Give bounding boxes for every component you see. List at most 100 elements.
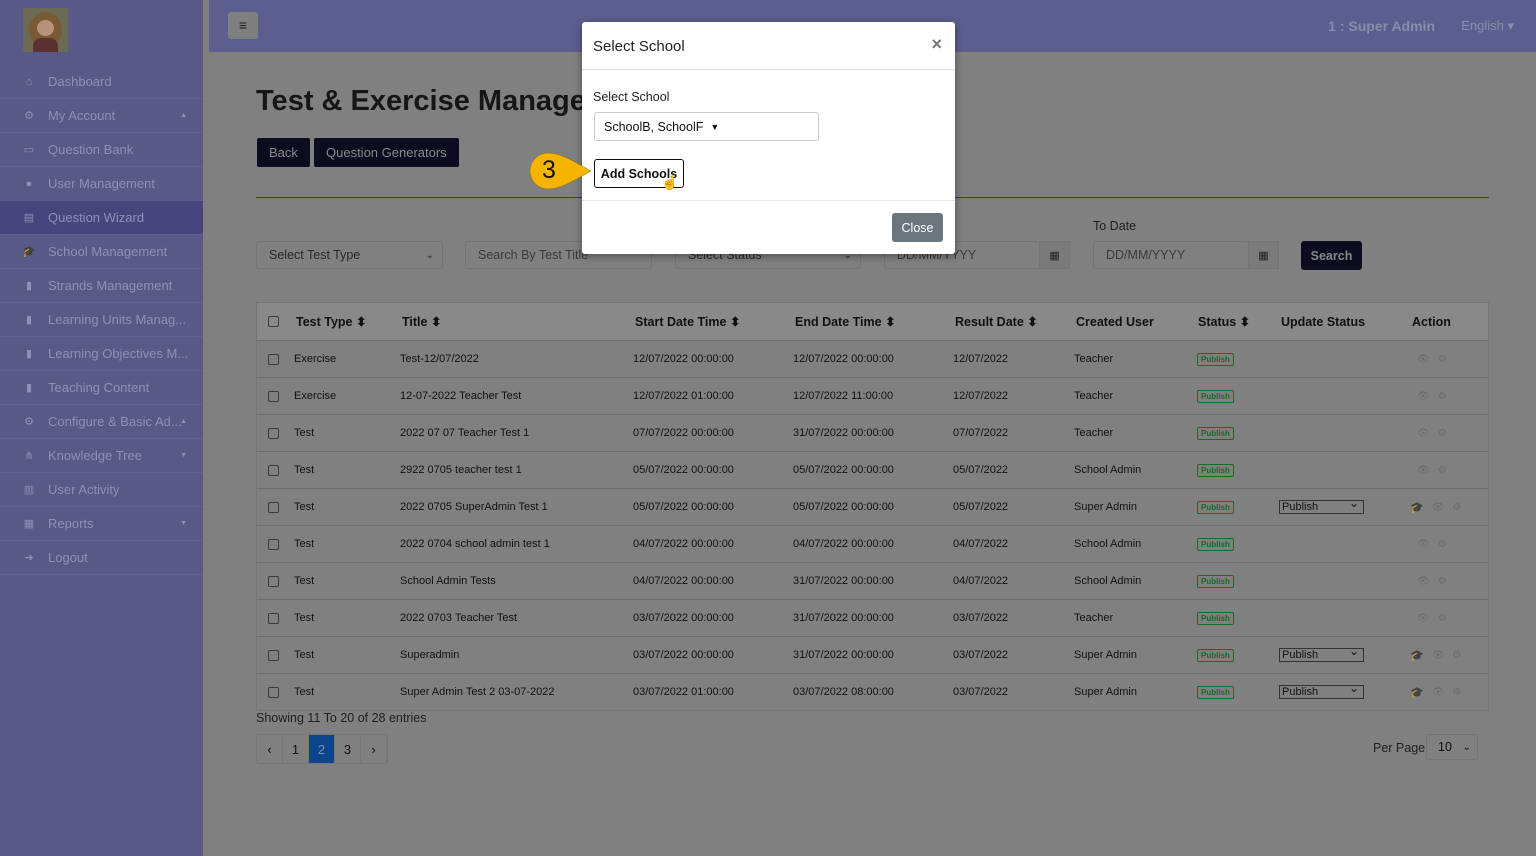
column-header[interactable]: Test Type ⬍ — [296, 303, 366, 340]
eye-icon[interactable]: 👁 — [1432, 502, 1445, 513]
update-status-select[interactable]: Publish — [1279, 645, 1364, 662]
cell-user: Super Admin — [1074, 686, 1137, 698]
sidebar-item-teaching-content[interactable]: ▮ Teaching Content — [0, 371, 203, 405]
table-row: Test 2022 0704 school admin test 1 04/07/2… — [257, 525, 1488, 562]
row-checkbox[interactable] — [268, 353, 279, 365]
column-header[interactable]: Start Date Time ⬍ — [635, 303, 740, 340]
school-multiselect[interactable]: SchoolB, SchoolF ▼ — [594, 112, 819, 141]
row-checkbox[interactable] — [268, 390, 279, 402]
avatar[interactable] — [23, 8, 68, 52]
row-checkbox[interactable] — [268, 427, 279, 439]
graduation-cap-icon[interactable]: 🎓 — [1410, 649, 1424, 662]
gear-icon[interactable]: ⚙ — [1452, 687, 1461, 698]
row-checkbox[interactable] — [268, 538, 279, 550]
next-page-button[interactable]: › — [361, 735, 387, 763]
row-checkbox[interactable] — [268, 686, 279, 698]
row-checkbox[interactable] — [268, 575, 279, 587]
update-status-select[interactable]: Publish — [1279, 682, 1364, 699]
page-3-button[interactable]: 3 — [335, 735, 361, 763]
current-user[interactable]: 1 : Super Admin — [1328, 18, 1435, 34]
close-icon[interactable]: × — [931, 34, 942, 55]
sidebar-item-label: Teaching Content — [48, 380, 150, 395]
gear-icon[interactable]: ⚙ — [1438, 354, 1447, 365]
gear-icon[interactable]: ⚙ — [1438, 465, 1447, 476]
back-button[interactable]: Back — [257, 138, 310, 167]
column-header[interactable]: Title ⬍ — [402, 303, 441, 340]
cell-start: 05/07/2022 00:00:00 — [633, 501, 734, 513]
eye-icon[interactable]: 👁 — [1432, 687, 1445, 698]
cell-title: 2022 0703 Teacher Test — [400, 612, 518, 624]
caret-icon[interactable]: ▼ — [180, 520, 187, 527]
to-date-input[interactable]: DD/MM/YYYY — [1093, 241, 1249, 269]
caret-icon[interactable]: ▲ — [180, 112, 187, 119]
gear-icon[interactable]: ⚙ — [1438, 539, 1447, 550]
eye-icon[interactable]: 👁 — [1432, 650, 1445, 661]
sidebar-item-learning-units-manag[interactable]: ▮ Learning Units Manag... — [0, 303, 203, 337]
row-checkbox[interactable] — [268, 501, 279, 513]
sidebar-item-learning-objectives-m[interactable]: ▮ Learning Objectives M... — [0, 337, 203, 371]
cell-result: 04/07/2022 — [953, 538, 1009, 550]
prev-page-button[interactable]: ‹ — [257, 735, 283, 763]
calendar-icon[interactable]: ▦ — [1039, 241, 1070, 269]
eye-icon[interactable]: 👁 — [1417, 354, 1430, 365]
cell-title: 12-07-2022 Teacher Test — [400, 390, 522, 402]
sidebar-item-question-bank[interactable]: ▭ Question Bank — [0, 133, 203, 167]
row-checkbox[interactable] — [268, 612, 279, 624]
file-icon: ▮ — [25, 280, 33, 292]
gear-icon[interactable]: ⚙ — [1452, 650, 1461, 661]
eye-icon[interactable]: 👁 — [1417, 391, 1430, 402]
per-page-select[interactable]: 10 ⌄ — [1426, 734, 1478, 760]
sidebar-item-my-account[interactable]: ⚙ My Account ▲ — [0, 99, 203, 133]
sidebar-item-label: Configure & Basic Ad... — [48, 414, 182, 429]
sidebar-item-school-management[interactable]: 🎓 School Management — [0, 235, 203, 269]
eye-icon[interactable]: 👁 — [1417, 576, 1430, 587]
caret-icon[interactable]: ▲ — [180, 418, 187, 425]
update-status-select[interactable]: Publish — [1279, 497, 1364, 514]
eye-icon[interactable]: 👁 — [1417, 428, 1430, 439]
page-2-button[interactable]: 2 — [309, 735, 335, 763]
cell-type: Exercise — [294, 390, 337, 402]
cell-end: 12/07/2022 11:00:00 — [793, 390, 894, 402]
sidebar-item-strands-management[interactable]: ▮ Strands Management — [0, 269, 203, 303]
chevron-down-icon: ⌄ — [1462, 741, 1471, 753]
sidebar-item-logout[interactable]: ➜ Logout — [0, 541, 203, 575]
eye-icon[interactable]: 👁 — [1417, 539, 1430, 550]
gear-icon[interactable]: ⚙ — [1438, 428, 1447, 439]
graduation-cap-icon[interactable]: 🎓 — [1410, 501, 1424, 514]
test-type-select[interactable]: Select Test Type ⌄ — [256, 241, 443, 269]
search-button[interactable]: Search — [1301, 241, 1362, 270]
cell-type: Test — [294, 686, 315, 698]
graduation-cap-icon[interactable]: 🎓 — [1410, 686, 1424, 699]
select-all-checkbox[interactable] — [268, 316, 279, 327]
eye-icon[interactable]: 👁 — [1417, 465, 1430, 476]
close-button[interactable]: Close — [892, 213, 943, 242]
row-checkbox[interactable] — [268, 464, 279, 476]
cell-start: 12/07/2022 00:00:00 — [633, 353, 734, 365]
row-checkbox[interactable] — [268, 649, 279, 661]
sidebar-item-reports[interactable]: ▦ Reports ▼ — [0, 507, 203, 541]
cell-title: 2922 0705 teacher test 1 — [400, 464, 522, 476]
caret-icon[interactable]: ▼ — [180, 452, 187, 459]
calendar-icon[interactable]: ▦ — [1248, 241, 1279, 269]
sidebar-item-question-wizard[interactable]: ▤ Question Wizard — [0, 201, 203, 235]
gear-icon[interactable]: ⚙ — [1438, 613, 1447, 624]
gear-icon[interactable]: ⚙ — [1438, 576, 1447, 587]
cell-type: Test — [294, 649, 315, 661]
sidebar-item-configure-basic-ad[interactable]: ⚙ Configure & Basic Ad... ▲ — [0, 405, 203, 439]
gear-icon[interactable]: ⚙ — [1452, 502, 1461, 513]
column-header[interactable]: Status ⬍ — [1198, 303, 1250, 340]
eye-icon[interactable]: 👁 — [1417, 613, 1430, 624]
sidebar-item-label: Question Bank — [48, 142, 134, 157]
language-dropdown[interactable]: English ▾ — [1461, 18, 1514, 34]
sidebar-item-user-management[interactable]: ● User Management — [0, 167, 203, 201]
sidebar-item-user-activity[interactable]: ▥ User Activity — [0, 473, 203, 507]
sidebar-item-dashboard[interactable]: ⌂ Dashboard — [0, 65, 203, 99]
menu-toggle-button[interactable]: ≡ — [228, 12, 258, 39]
column-header[interactable]: End Date Time ⬍ — [795, 303, 896, 340]
sidebar-item-label: User Activity — [48, 482, 120, 497]
page-1-button[interactable]: 1 — [283, 735, 309, 763]
sidebar-item-knowledge-tree[interactable]: ⋔ Knowledge Tree ▼ — [0, 439, 203, 473]
question-generators-button[interactable]: Question Generators — [314, 138, 459, 167]
gear-icon[interactable]: ⚙ — [1438, 391, 1447, 402]
column-header[interactable]: Result Date ⬍ — [955, 303, 1038, 340]
